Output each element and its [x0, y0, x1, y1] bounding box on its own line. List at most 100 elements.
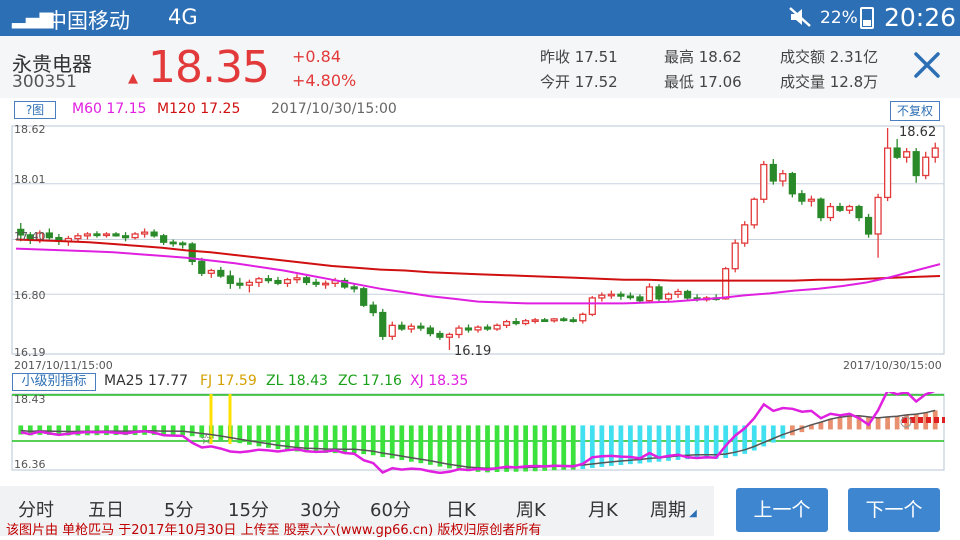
- xj-legend: XJ 18.35: [410, 373, 468, 389]
- clock: 20:26: [884, 3, 957, 32]
- ma-legend: ?图 M60 17.15 M120 17.25 2017/10/30/15:00…: [0, 100, 960, 122]
- prev-stock-button[interactable]: 上一个: [736, 488, 828, 532]
- low-price: 最低 17.06: [664, 73, 742, 91]
- candle: [788, 171, 796, 198]
- candle: [722, 266, 730, 300]
- candle-body: [531, 319, 539, 323]
- candle-body: [541, 319, 549, 323]
- candle-body: [388, 324, 396, 337]
- candle-body: [874, 196, 882, 235]
- candle-body: [598, 294, 606, 299]
- candle: [864, 213, 873, 238]
- candle-body: [179, 242, 187, 246]
- xj-label: XJ: [410, 373, 424, 389]
- low-marker-label: 16.19: [454, 344, 491, 359]
- candle-body: [112, 233, 120, 237]
- up-arrow-icon: ▲: [128, 71, 138, 86]
- candle-body: [207, 269, 215, 274]
- prev-close: 昨收 17.51: [540, 48, 618, 66]
- next-stock-button[interactable]: 下一个: [848, 488, 940, 532]
- candle-body: [922, 156, 930, 177]
- battery-icon: [860, 7, 874, 29]
- candle: [817, 197, 825, 222]
- candle-body: [636, 296, 644, 302]
- candle: [760, 160, 768, 203]
- candle-body: [464, 327, 473, 331]
- candle-body: [321, 282, 330, 286]
- watermark-text: 该图片由 单枪匹马 于2017年10月30日 上传至 股票六六(www.gp66…: [6, 523, 542, 538]
- high-price: 最高 18.62: [664, 48, 742, 66]
- candle: [683, 289, 692, 300]
- close-button[interactable]: [910, 50, 944, 84]
- candle-body: [836, 205, 844, 211]
- ind-y-bottom: 16.36: [14, 458, 46, 471]
- candle-body: [645, 286, 654, 302]
- candle-body: [674, 290, 682, 295]
- candle: [741, 221, 749, 247]
- candlestick-chart[interactable]: 18.62 18.01 17.40 16.80 16.19 2017/10/11…: [0, 122, 960, 372]
- candle-body: [607, 293, 615, 297]
- candle-body: [436, 332, 444, 338]
- y-axis-label: 16.80: [14, 289, 46, 302]
- candle-body: [417, 325, 425, 329]
- help-button[interactable]: ?图: [14, 101, 56, 119]
- candle-body: [474, 326, 482, 331]
- m60-label: M60: [72, 101, 102, 117]
- zc-value: 17.16: [361, 373, 402, 389]
- candle-body: [769, 163, 777, 182]
- adjust-button[interactable]: 不复权: [890, 101, 940, 121]
- candle-body: [893, 147, 901, 158]
- candle-body: [560, 318, 568, 322]
- indicator-chart[interactable]: ☆ 18.43 16.36: [0, 392, 960, 474]
- indicator-button[interactable]: 小级别指标: [12, 373, 96, 391]
- fj-label: FJ: [200, 373, 213, 389]
- candle-body: [426, 327, 434, 335]
- candle-body: [493, 324, 501, 330]
- candle-body: [93, 233, 101, 237]
- price-change-pct: +4.80%: [292, 71, 357, 90]
- quote-header: 永贵电器 300351 ▲ 18.35 +0.84 +4.80% 昨收 17.5…: [0, 36, 960, 98]
- candle-body: [788, 173, 796, 195]
- status-bar: ▂▄▆ 中国移动 4G 22% 20:26: [0, 0, 960, 36]
- m120-value: 17.25: [200, 101, 241, 117]
- candle-body: [74, 235, 82, 240]
- candle-body: [398, 324, 406, 330]
- candle-body: [750, 198, 758, 226]
- candle-body: [807, 198, 816, 202]
- candle-body: [198, 260, 206, 274]
- ma-date: 2017/10/30/15:00: [271, 101, 397, 117]
- candle: [731, 239, 739, 273]
- candle-body: [779, 173, 787, 182]
- zc-legend: ZC 17.16: [338, 373, 402, 389]
- candle-body: [588, 297, 596, 316]
- candle-body: [855, 205, 863, 219]
- candle-body: [455, 327, 463, 336]
- candle-body: [512, 321, 520, 325]
- candle: [360, 286, 368, 308]
- candle-body: [102, 233, 111, 237]
- candle: [750, 197, 758, 229]
- candle-body: [45, 232, 53, 239]
- candle-body: [912, 151, 920, 177]
- candle-body: [655, 286, 663, 300]
- candle-body: [864, 216, 873, 235]
- zl-value: 18.43: [287, 373, 328, 389]
- candle-body: [350, 286, 358, 290]
- tab-monthly[interactable]: 月K: [588, 496, 618, 522]
- battery-percent: 22%: [820, 8, 858, 28]
- start-time-label: 2017/10/11/15:00: [14, 359, 113, 372]
- tab-period[interactable]: 周期 ◢: [650, 496, 697, 522]
- candle: [188, 242, 196, 266]
- candle: [655, 284, 663, 302]
- indicator-legend: 小级别指标 MA25 17.77 FJ 17.59 ZL 18.43 ZC 17…: [0, 372, 960, 392]
- candle-body: [160, 235, 168, 243]
- current-price: 18.35: [148, 42, 270, 93]
- candle-body: [217, 269, 225, 277]
- candle-body: [226, 275, 234, 284]
- candle-body: [884, 147, 892, 199]
- candle-body: [360, 288, 368, 306]
- candle-body: [550, 318, 558, 322]
- candle-body: [445, 333, 454, 338]
- volume: 成交量 12.8万: [780, 73, 879, 91]
- price-change: +0.84: [292, 47, 342, 66]
